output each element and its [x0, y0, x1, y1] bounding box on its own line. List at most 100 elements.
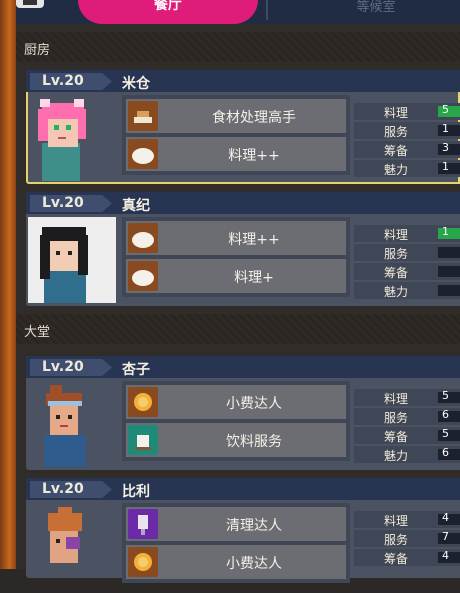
section-hall: 大堂 — [16, 314, 460, 344]
staff-card-xingzi[interactable]: Lv.20 杏子 小费达人 饮料服务 料理 5 服务 6 筹备 5 魅力 6 — [26, 356, 460, 470]
stat-bar — [438, 247, 460, 258]
skill-slot[interactable]: 料理++ — [126, 137, 346, 171]
staff-card-micang[interactable]: Lv.20 米仓 食材处理高手 料理++ 料理 5 服务 1 筹备 3 魅力 1 — [26, 70, 460, 184]
section-kitchen-label: 厨房 — [24, 43, 51, 58]
stat-row: 服务 6 — [354, 408, 460, 425]
cleaning-icon — [128, 509, 158, 539]
stat-label: 服务 — [384, 247, 409, 261]
back-icon[interactable] — [16, 0, 44, 8]
stat-value: 1 — [442, 160, 449, 173]
card-header: Lv.20 米仓 — [26, 70, 460, 92]
stat-row: 筹备 3 — [354, 141, 460, 158]
stat-value: 4 — [442, 511, 449, 524]
stats-panel: 料理 1 服务 筹备 魅力 — [354, 217, 460, 299]
rice-bowl-icon — [128, 223, 158, 253]
skill-slot[interactable]: 食材处理高手 — [126, 99, 346, 133]
level-badge: Lv.20 — [30, 73, 112, 90]
coin-icon — [128, 387, 158, 417]
staff-name: 米仓 — [122, 76, 150, 92]
staff-card-bili[interactable]: Lv.20 比利 清理达人 小费达人 料理 4 服务 7 筹备 4 — [26, 478, 460, 583]
stat-row: 筹备 — [354, 263, 460, 280]
stat-row: 服务 — [354, 244, 460, 261]
skills-panel: 料理++ 料理+ — [122, 217, 350, 297]
tab-restaurant[interactable]: 餐厅 — [78, 0, 258, 24]
tab-waiting-room[interactable]: 等候室 — [316, 0, 436, 15]
stat-value: 6 — [442, 408, 449, 421]
skill-slot[interactable]: 料理+ — [126, 259, 346, 293]
stat-value: 5 — [442, 427, 449, 440]
stat-label: 料理 — [384, 514, 409, 528]
skill-slot[interactable]: 小费达人 — [126, 545, 346, 579]
skill-label: 小费达人 — [226, 556, 282, 572]
stat-value: 3 — [442, 141, 449, 154]
stat-row: 料理 5 — [354, 103, 460, 120]
stat-row: 魅力 6 — [354, 446, 460, 463]
skill-slot[interactable]: 清理达人 — [126, 507, 346, 541]
stat-label: 料理 — [384, 392, 409, 406]
skill-slot[interactable]: 饮料服务 — [126, 423, 346, 457]
skills-panel: 清理达人 小费达人 — [122, 503, 350, 583]
stat-label: 服务 — [384, 125, 409, 139]
character-portrait-icon — [28, 503, 116, 589]
card-header: Lv.20 杏子 — [26, 356, 460, 378]
tab-divider — [266, 0, 268, 20]
drink-cup-icon — [128, 425, 158, 455]
stat-row: 筹备 5 — [354, 427, 460, 444]
stat-value: 7 — [442, 530, 449, 543]
level-badge: Lv.20 — [30, 195, 112, 212]
skill-label: 料理+ — [234, 270, 274, 286]
stat-value: 5 — [442, 103, 449, 116]
rice-bowl-icon — [128, 139, 158, 169]
stat-row: 魅力 1 — [354, 160, 460, 177]
stat-row: 料理 5 — [354, 389, 460, 406]
staff-name: 杏子 — [122, 362, 150, 378]
stat-label: 魅力 — [384, 449, 409, 463]
stat-label: 筹备 — [384, 430, 409, 444]
food-prep-icon — [128, 101, 158, 131]
stat-label: 筹备 — [384, 552, 409, 566]
card-header: Lv.20 比利 — [26, 478, 460, 500]
character-portrait-icon — [28, 95, 116, 181]
stat-value: 5 — [442, 389, 449, 402]
skills-panel: 食材处理高手 料理++ — [122, 95, 350, 175]
coin-icon — [128, 547, 158, 577]
skill-label: 小费达人 — [226, 396, 282, 412]
skill-label: 料理++ — [228, 148, 280, 164]
stat-row: 服务 1 — [354, 122, 460, 139]
stats-panel: 料理 4 服务 7 筹备 4 — [354, 503, 460, 583]
skill-slot[interactable]: 料理++ — [126, 221, 346, 255]
stats-panel: 料理 5 服务 6 筹备 5 魅力 6 — [354, 381, 460, 463]
rice-bowl-icon — [128, 261, 158, 291]
stat-bar — [438, 285, 460, 296]
skills-panel: 小费达人 饮料服务 — [122, 381, 350, 461]
level-badge: Lv.20 — [30, 359, 112, 376]
stat-label: 魅力 — [384, 285, 409, 299]
tab-bar: 餐厅 等候室 — [16, 0, 460, 24]
staff-name: 真纪 — [122, 198, 150, 214]
stat-row: 料理 1 — [354, 225, 460, 242]
stat-value: 4 — [442, 549, 449, 562]
stat-row: 筹备 4 — [354, 549, 460, 566]
staff-card-zhenji[interactable]: Lv.20 真纪 料理++ 料理+ 料理 1 服务 筹备 魅力 — [26, 192, 460, 306]
stat-label: 料理 — [384, 106, 409, 120]
section-hall-label: 大堂 — [24, 325, 51, 340]
stat-label: 筹备 — [384, 144, 409, 158]
staff-name: 比利 — [122, 484, 150, 500]
stat-label: 魅力 — [384, 163, 409, 177]
stat-row: 魅力 — [354, 282, 460, 299]
skill-slot[interactable]: 小费达人 — [126, 385, 346, 419]
stat-label: 服务 — [384, 411, 409, 425]
skill-label: 清理达人 — [226, 518, 282, 534]
section-kitchen: 厨房 — [16, 32, 460, 62]
skill-label: 食材处理高手 — [212, 110, 296, 126]
stat-value: 1 — [442, 122, 449, 135]
skill-label: 料理++ — [228, 232, 280, 248]
stat-value: 1 — [442, 225, 449, 238]
stats-panel: 料理 5 服务 1 筹备 3 魅力 1 — [354, 95, 460, 177]
skill-label: 饮料服务 — [226, 434, 282, 450]
level-badge: Lv.20 — [30, 481, 112, 498]
character-portrait-icon — [28, 217, 116, 303]
stat-label: 服务 — [384, 533, 409, 547]
stat-row: 服务 7 — [354, 530, 460, 547]
stat-bar — [438, 266, 460, 277]
